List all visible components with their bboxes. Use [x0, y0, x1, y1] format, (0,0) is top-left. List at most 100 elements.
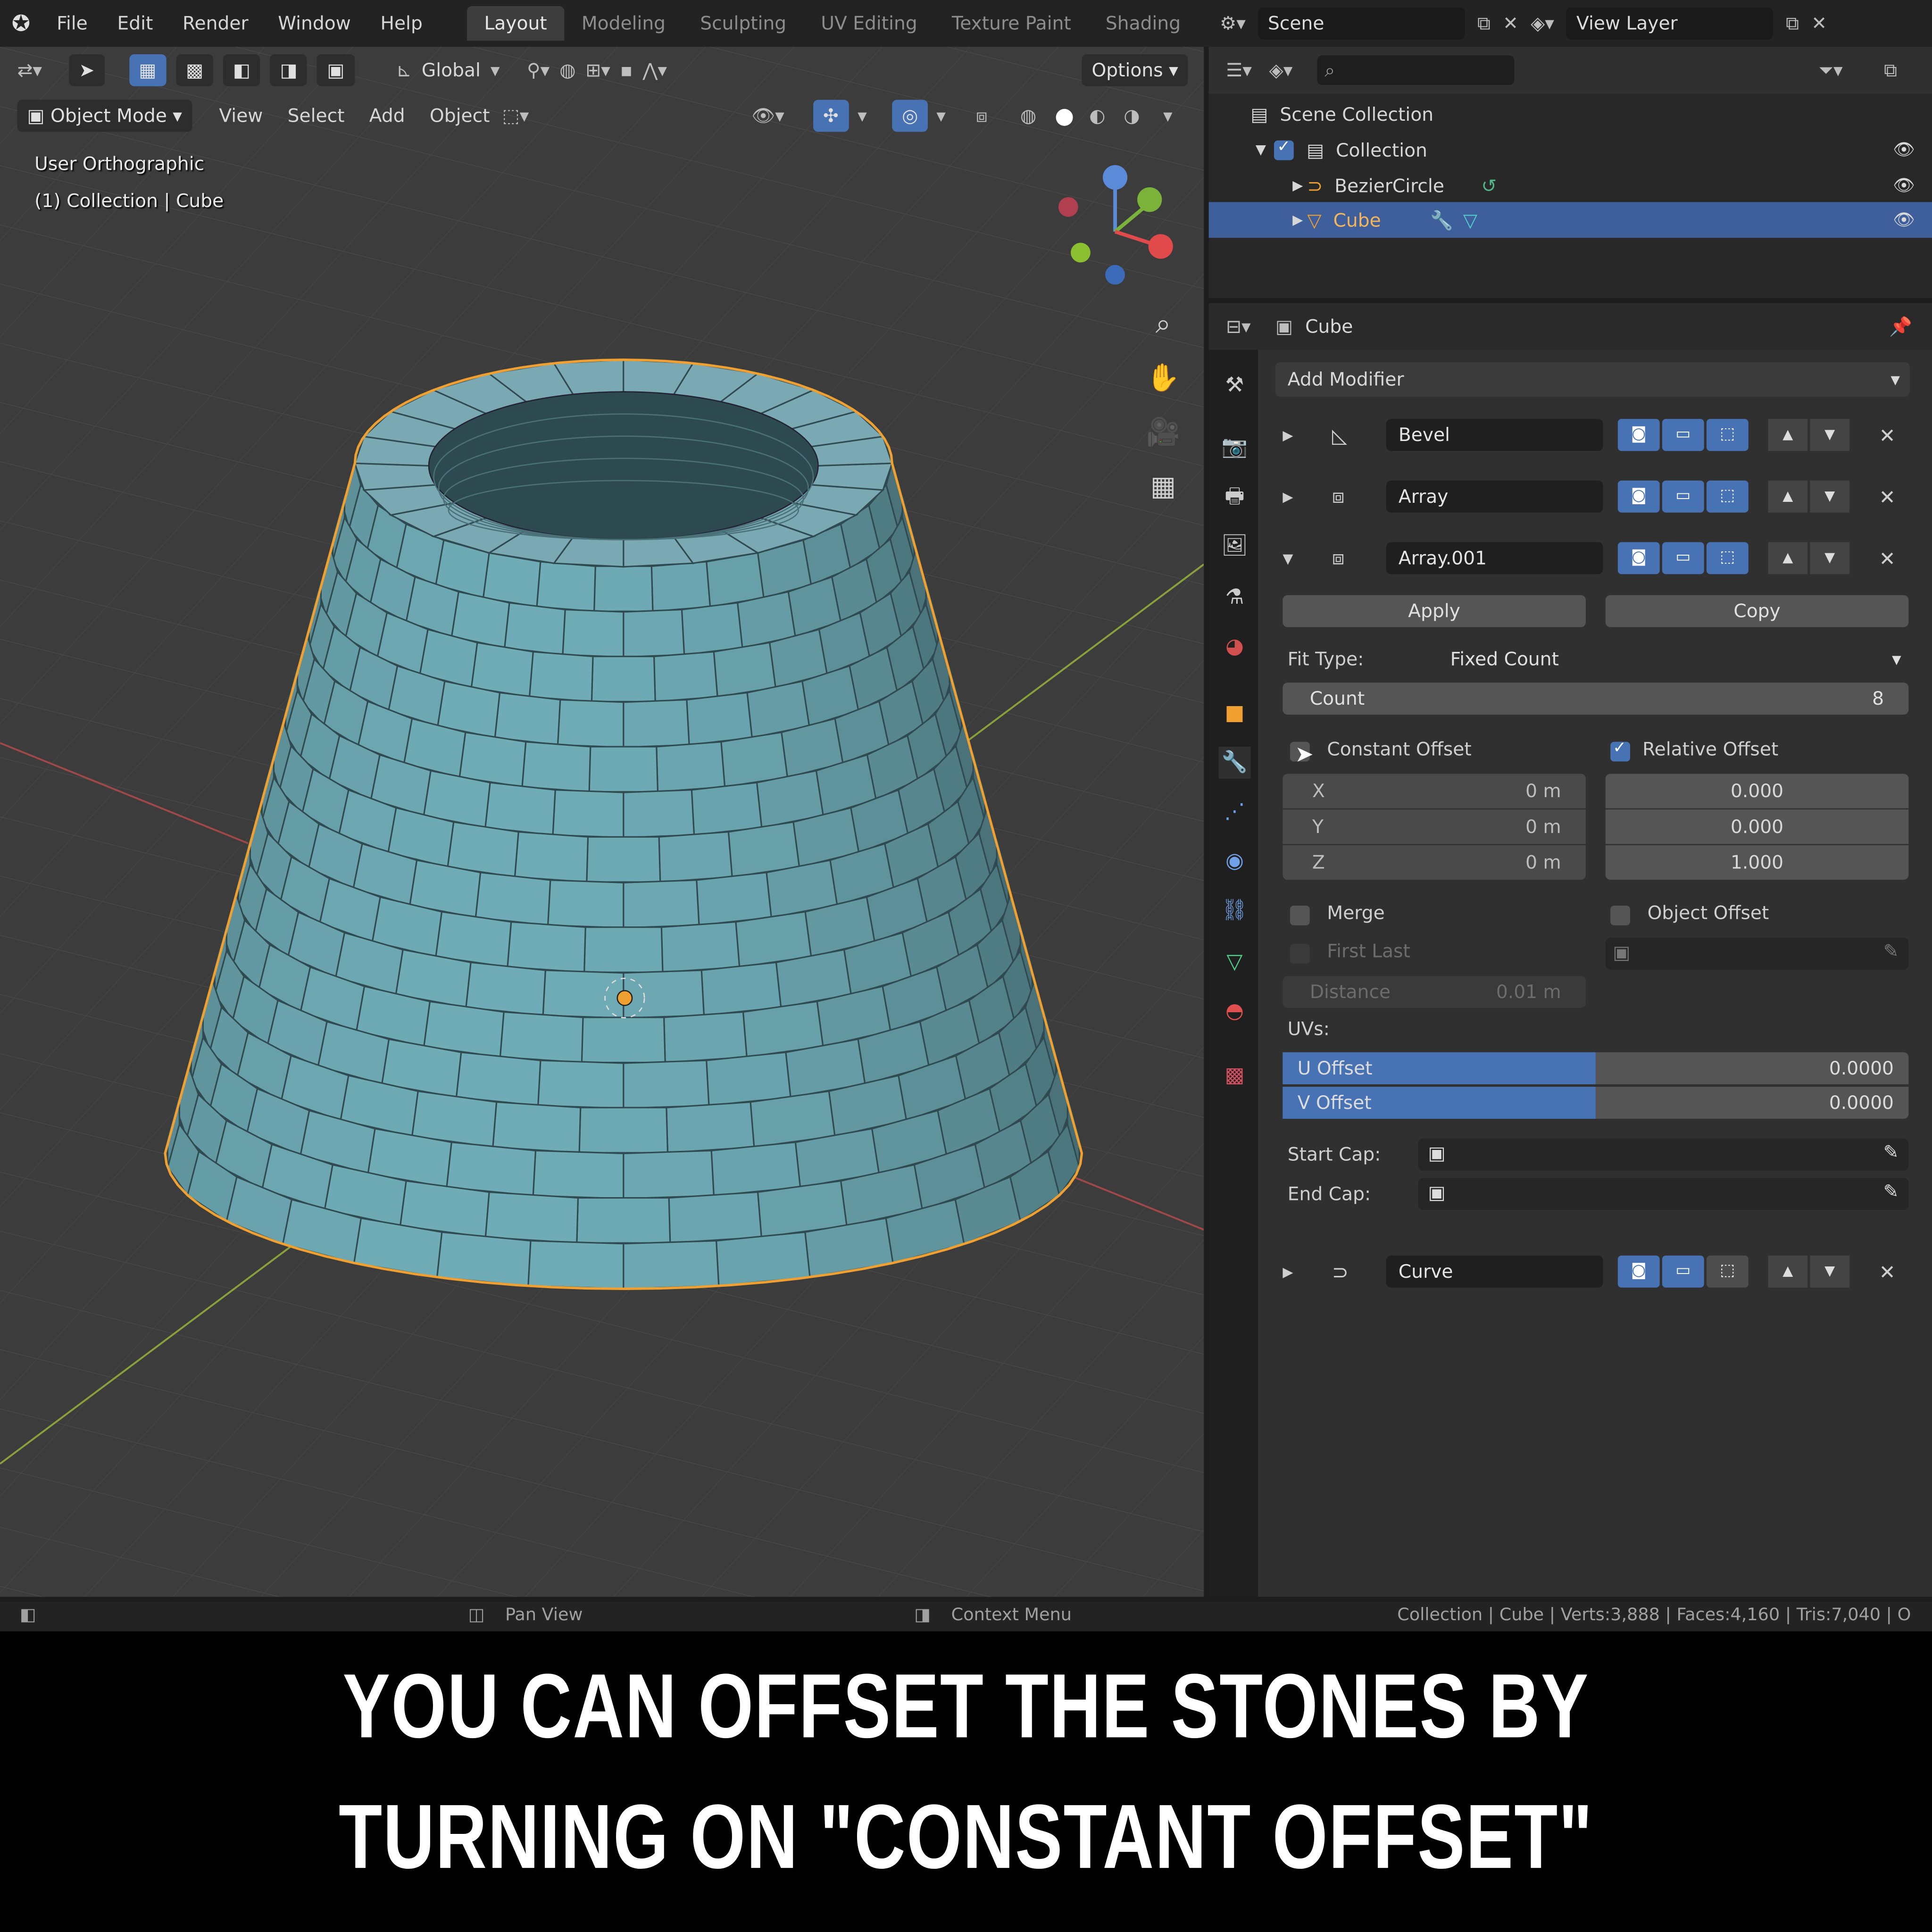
viewport-toggle-icon[interactable]: ▭ — [1662, 1255, 1704, 1288]
gizmo-toggle-icon[interactable]: ✣ — [813, 100, 849, 132]
visibility-icon[interactable]: 👁▾ — [751, 105, 784, 127]
menu-help[interactable]: Help — [366, 12, 437, 34]
fit-type-dropdown[interactable]: Fixed Count ▾ — [1438, 643, 1909, 675]
collection-checkbox[interactable] — [1274, 137, 1295, 160]
view-layer-icon[interactable]: ◈▾ — [1531, 12, 1554, 34]
new-collection-icon[interactable]: ⧉ — [1884, 59, 1897, 81]
remove-modifier-icon[interactable]: ✕ — [1879, 1260, 1896, 1283]
move-down-icon[interactable]: ▼ — [1810, 419, 1849, 451]
object-offset-checkbox[interactable] — [1610, 906, 1630, 925]
expand-arrow-icon[interactable]: ▶ — [1282, 1264, 1293, 1280]
end-cap-field[interactable]: ▣ ✎ — [1418, 1178, 1909, 1210]
select-intersect-icon[interactable]: ▣ — [317, 54, 355, 86]
delete-view-layer-icon[interactable]: ✕ — [1811, 12, 1827, 34]
viewport-toggle-icon[interactable]: ▭ — [1662, 542, 1704, 575]
scene-tab-icon[interactable]: ⚗ — [1219, 582, 1251, 614]
pan-hand-icon[interactable]: ✋ — [1143, 360, 1183, 400]
delete-scene-icon[interactable]: ✕ — [1503, 12, 1518, 34]
menu-edit[interactable]: Edit — [102, 12, 168, 34]
render-toggle-icon[interactable]: ⬚ — [1706, 1255, 1749, 1288]
menu-select[interactable]: Select — [275, 105, 357, 127]
u-offset-slider[interactable]: U Offset 0.0000 — [1282, 1052, 1909, 1084]
scene-field[interactable]: Scene — [1258, 7, 1465, 40]
properties-editor-icon[interactable]: ⊟▾ — [1226, 316, 1251, 338]
tab-sculpting[interactable]: Sculpting — [683, 6, 804, 41]
view-layer-tab-icon[interactable]: 🖼 — [1219, 530, 1251, 562]
tab-uv-editing[interactable]: UV Editing — [804, 6, 935, 41]
outliner-row-cube[interactable]: ▶ ▽ Cube 🔧 ▽ 👁 — [1208, 202, 1932, 238]
camera-view-icon[interactable]: 🎥 — [1143, 414, 1183, 454]
view-layer-field[interactable]: View Layer — [1566, 7, 1774, 40]
constant-offset-z[interactable]: Z 0 m — [1282, 845, 1586, 880]
snap-target-icon[interactable]: ⊞▾ — [585, 59, 610, 81]
modifier-array[interactable]: ▶ ⧈ Array ◙ ▭ ⬚ ▲ ▼ ✕ — [1275, 475, 1910, 517]
texture-tab-icon[interactable]: ▩ — [1219, 1060, 1251, 1092]
select-subtract-icon[interactable]: ◧ — [223, 54, 260, 86]
relative-offset-checkbox[interactable] — [1610, 739, 1630, 762]
move-up-icon[interactable]: ▲ — [1768, 542, 1808, 575]
overlays-toggle-icon[interactable]: ◎ — [892, 100, 928, 132]
select-tool-icon[interactable]: ➤ — [69, 54, 105, 86]
object-tab-icon[interactable]: ■ — [1219, 698, 1251, 730]
expand-arrow-icon[interactable]: ▶ — [1292, 177, 1307, 193]
new-scene-icon[interactable]: ⧉ — [1477, 12, 1491, 34]
remove-modifier-icon[interactable]: ✕ — [1879, 547, 1896, 570]
3d-viewport[interactable]: ⇄▾ ➤ ▦ ▩ ◧ ◨ ▣ ⊾ Global ▾ ⚲▾ ◍ ⊞▾ ▪ ⋀▾ O… — [0, 47, 1204, 1597]
expand-arrow-icon[interactable]: ▶ — [1292, 212, 1307, 228]
menu-view[interactable]: View — [207, 105, 275, 127]
tab-shading[interactable]: Shading — [1088, 6, 1198, 41]
edit-mode-toggle-icon[interactable]: ◙ — [1617, 542, 1660, 575]
start-cap-field[interactable]: ▣ ✎ — [1418, 1138, 1909, 1171]
tab-modeling[interactable]: Modeling — [564, 6, 683, 41]
move-up-icon[interactable]: ▲ — [1768, 1255, 1808, 1288]
remove-modifier-icon[interactable]: ✕ — [1879, 423, 1896, 447]
outliner-row-beziercircle[interactable]: ▶ ⊃ BezierCircle ↺ 👁 — [1209, 167, 1932, 203]
render-toggle-icon[interactable]: ⬚ — [1706, 542, 1749, 575]
apply-button[interactable]: Apply — [1282, 595, 1586, 627]
modifier-name-field[interactable]: Array.001 — [1386, 542, 1603, 575]
material-shading-icon[interactable]: ◐ — [1089, 105, 1105, 127]
menu-render[interactable]: Render — [168, 12, 263, 34]
chevron-down-icon[interactable]: ▾ — [858, 105, 867, 127]
gizmo-transform-icon[interactable]: ⬚▾ — [502, 105, 529, 127]
modifier-curve[interactable]: ▶ ⊃ Curve ◙ ▭ ⬚ ▲ ▼ ✕ — [1275, 1250, 1910, 1292]
select-box-mode-icon[interactable]: ▦ — [129, 54, 167, 86]
world-tab-icon[interactable]: ◕ — [1219, 631, 1251, 663]
edit-mode-toggle-icon[interactable]: ◙ — [1617, 480, 1660, 513]
eyedropper-icon[interactable]: ✎ — [1883, 1141, 1899, 1163]
chevron-down-icon[interactable]: ▾ — [491, 59, 500, 81]
modifier-name-field[interactable]: Bevel — [1386, 419, 1603, 451]
add-modifier-dropdown[interactable]: Add Modifier ▾ — [1275, 362, 1910, 397]
collapse-arrow-icon[interactable]: ▼ — [1282, 550, 1293, 566]
outliner-row-scene-collection[interactable]: ▤ Scene Collection — [1209, 96, 1932, 132]
render-toggle-icon[interactable]: ⬚ — [1706, 480, 1749, 513]
relative-offset-x[interactable]: 0.000 — [1605, 774, 1909, 808]
chevron-down-icon[interactable]: ▾ — [936, 105, 946, 127]
new-view-layer-icon[interactable]: ⧉ — [1786, 12, 1799, 34]
solid-shading-icon[interactable]: ● — [1055, 103, 1074, 129]
constant-offset-x[interactable]: X 0 m — [1282, 774, 1586, 808]
menu-file[interactable]: File — [42, 12, 102, 34]
modifier-name-field[interactable]: Array — [1386, 480, 1603, 513]
modifier-name-field[interactable]: Curve — [1386, 1255, 1603, 1288]
select-extend-icon[interactable]: ▩ — [176, 54, 214, 86]
constraints-tab-icon[interactable]: ⛓ — [1219, 894, 1251, 926]
move-down-icon[interactable]: ▼ — [1810, 480, 1849, 513]
mode-dropdown[interactable]: ▣ Object Mode ▾ — [17, 100, 192, 132]
output-tab-icon[interactable]: 🖶 — [1219, 481, 1251, 513]
scene-icon[interactable]: ⚙▾ — [1220, 12, 1246, 34]
tab-texture-paint[interactable]: Texture Paint — [934, 6, 1088, 41]
modifier-array-001[interactable]: ▼ ⧈ Array.001 ◙ ▭ ⬚ ▲ ▼ ✕ — [1275, 537, 1910, 579]
eye-icon[interactable]: 👁 — [1893, 175, 1915, 195]
material-tab-icon[interactable]: ◓ — [1219, 996, 1251, 1028]
outliner-search-input[interactable]: ⌕ — [1317, 55, 1515, 85]
menu-object[interactable]: Object — [417, 105, 502, 127]
viewport-scene[interactable] — [0, 47, 1204, 1597]
options-dropdown[interactable]: Options ▾ — [1082, 54, 1188, 86]
eye-icon[interactable]: 👁 — [1893, 210, 1915, 230]
zoom-icon[interactable]: ⌕ — [1143, 306, 1183, 345]
data-tab-icon[interactable]: ▽ — [1219, 946, 1251, 978]
render-tab-icon[interactable]: 📷 — [1219, 431, 1251, 463]
rendered-shading-icon[interactable]: ◑ — [1124, 105, 1140, 127]
move-down-icon[interactable]: ▼ — [1810, 1255, 1849, 1288]
